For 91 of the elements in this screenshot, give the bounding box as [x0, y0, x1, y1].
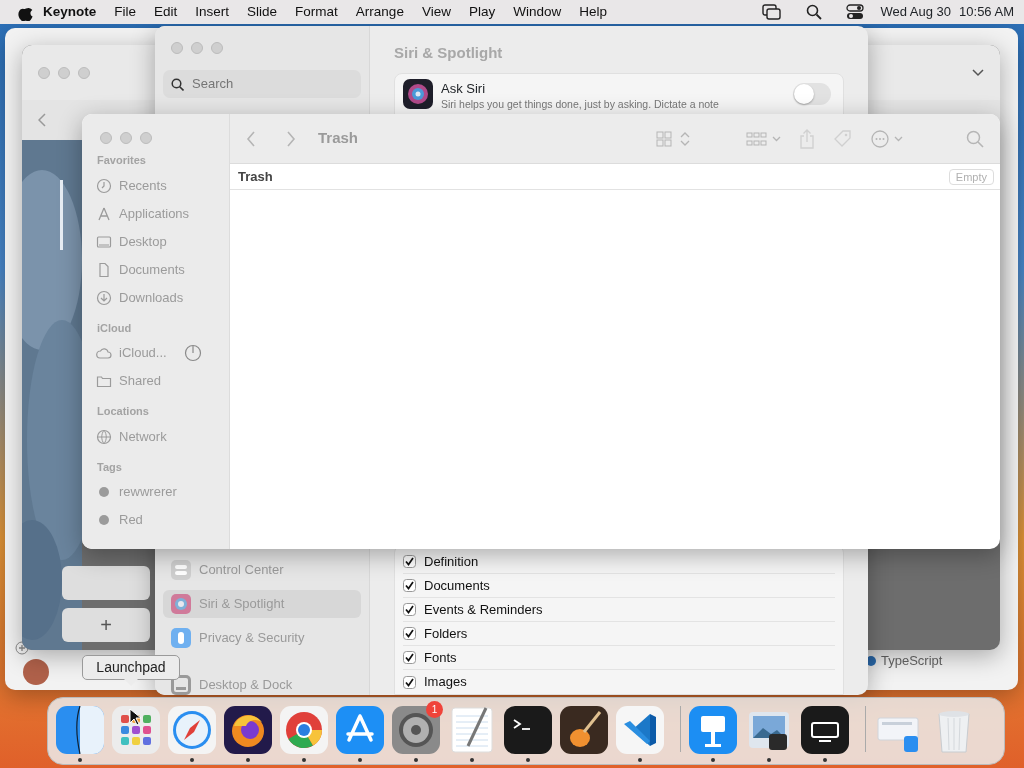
checkbox[interactable] — [403, 579, 416, 592]
gear-icon[interactable] — [392, 706, 440, 754]
document-icon — [96, 261, 112, 278]
tooltip-arrow — [124, 679, 138, 687]
menu-item[interactable]: Slide — [238, 1, 287, 23]
checkbox-label: Images — [424, 673, 467, 692]
terminal-icon[interactable] — [504, 706, 552, 754]
menu-item[interactable]: View — [412, 1, 460, 23]
menu-item[interactable]: Window — [504, 1, 571, 23]
sidebar-item[interactable]: Privacy & Security — [163, 624, 361, 652]
checkbox[interactable] — [403, 651, 416, 664]
orb-icon — [403, 78, 433, 109]
split-square-icon[interactable] — [56, 706, 104, 754]
section-heading: Favorites — [97, 153, 147, 168]
menu-item[interactable]: Edit — [145, 1, 187, 23]
menu-item[interactable]: Format — [286, 1, 347, 23]
sidebar-item[interactable]: Recents — [119, 175, 167, 196]
checkbox[interactable] — [403, 603, 416, 616]
tv-icon[interactable] — [801, 706, 849, 754]
orb-icon — [171, 594, 191, 614]
sidebar-item[interactable]: Control Center — [163, 556, 361, 584]
sidebar-item[interactable]: Siri & Spotlight — [163, 590, 361, 618]
sidebar-item[interactable]: Red — [119, 510, 143, 530]
section-heading: Locations — [97, 404, 150, 419]
clock-text[interactable]: 10:56 AM — [959, 2, 1014, 22]
toggle-switch[interactable] — [793, 82, 831, 105]
checkbox-label: Fonts — [424, 648, 457, 667]
sidebar-item[interactable]: Documents — [119, 259, 185, 280]
hand-icon — [171, 628, 191, 648]
search-icon[interactable] — [806, 4, 823, 20]
cloud-icon — [96, 345, 112, 361]
sidebar-item[interactable]: Downloads — [119, 287, 184, 308]
toggles-icon[interactable] — [846, 4, 865, 20]
menu-item[interactable]: Insert — [186, 1, 239, 23]
search-field[interactable]: Search — [163, 70, 361, 98]
checkbox-label: Events & Reminders — [424, 600, 543, 619]
sidebar-item[interactable]: rewwrerer — [119, 482, 177, 502]
monitor-icon — [96, 233, 112, 250]
window-title: Trash — [318, 128, 359, 149]
sidebar-item[interactable]: Network — [119, 426, 167, 447]
folder-title: Trash — [238, 167, 273, 186]
sidebar-item[interactable]: Shared — [119, 371, 161, 391]
app-store-icon[interactable] — [336, 706, 384, 754]
download-icon — [96, 289, 112, 306]
list-label: TypeScript — [881, 652, 943, 670]
tag-dot — [96, 484, 112, 500]
podium-icon[interactable] — [689, 706, 737, 754]
empty-button[interactable]: Empty — [948, 168, 994, 185]
guitar-icon[interactable] — [560, 706, 608, 754]
section-heading: iCloud — [97, 320, 133, 336]
add-button[interactable]: + — [62, 608, 150, 642]
folder-icon — [96, 373, 112, 389]
apps-icon — [96, 205, 112, 222]
grid-icon[interactable] — [112, 706, 160, 754]
clock-icon — [96, 177, 112, 194]
checkbox[interactable] — [403, 675, 416, 689]
menu-item[interactable]: Help — [570, 1, 616, 23]
menu-item[interactable]: File — [105, 1, 146, 23]
pointer-icon — [129, 708, 141, 726]
code-editor-icon[interactable] — [616, 706, 664, 754]
date-text[interactable]: Wed Aug 30 — [880, 2, 952, 22]
chevron-down-icon[interactable] — [972, 68, 984, 77]
search-field[interactable]: Search — [192, 74, 353, 94]
flame-globe-icon[interactable] — [224, 706, 272, 754]
app-menu[interactable]: Keynote — [34, 1, 106, 23]
search-icon — [171, 77, 184, 91]
back-icon[interactable] — [38, 113, 46, 127]
notification-badge: 1 — [426, 701, 443, 718]
checkbox-label: Documents — [424, 576, 490, 595]
setting-description: Siri helps you get things done, just by asking. Dictate a note — [441, 98, 720, 110]
add-icon[interactable] — [15, 641, 29, 655]
window-title: Siri & Spotlight — [394, 43, 504, 63]
sidebar-item[interactable]: Applications — [119, 203, 190, 224]
menu-item[interactable]: Play — [459, 1, 505, 23]
notepad-icon[interactable] — [448, 706, 496, 754]
toggles-icon — [171, 560, 191, 580]
checkbox[interactable] — [403, 555, 416, 568]
compass-icon[interactable] — [168, 706, 216, 754]
checkbox-label: Definition — [424, 552, 479, 571]
menu-item[interactable]: Arrange — [346, 1, 413, 23]
section-heading: Tags — [97, 459, 123, 475]
avatar-icon — [23, 659, 49, 685]
checkbox[interactable] — [403, 627, 416, 640]
ring-icon[interactable] — [280, 706, 328, 754]
checkbox-label: Folders — [424, 624, 468, 643]
sidebar-item[interactable]: iCloud... — [119, 343, 167, 363]
sidebar-item[interactable]: Desktop — [119, 231, 167, 252]
setting-label: Ask Siri — [441, 79, 487, 98]
tag-dot — [96, 512, 112, 528]
globe-icon — [96, 428, 112, 445]
screen-mirroring-icon[interactable] — [762, 4, 783, 20]
